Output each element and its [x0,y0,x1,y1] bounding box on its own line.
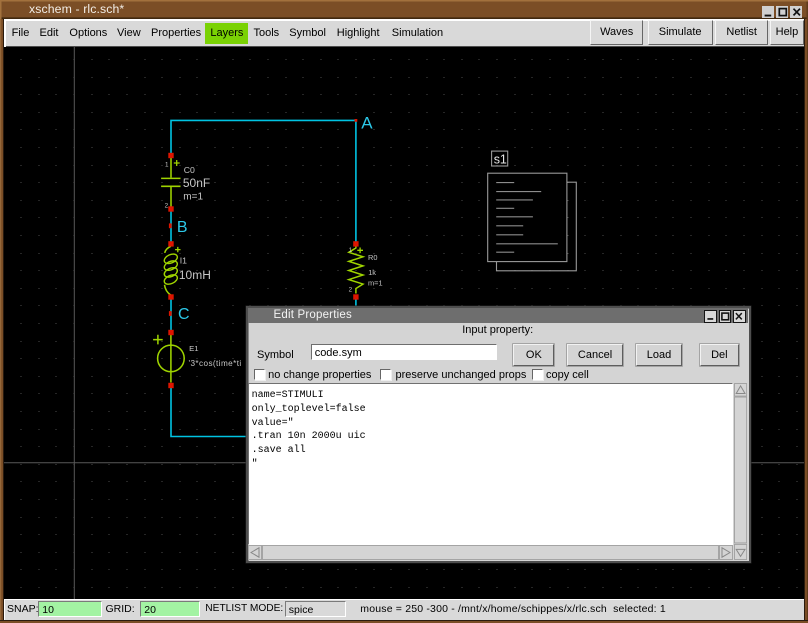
svg-text:1: 1 [348,247,352,254]
svg-text:C0: C0 [183,165,194,175]
svg-text:2: 2 [348,287,352,294]
svg-text:2: 2 [164,202,168,209]
svg-text:B: B [176,219,187,236]
svg-text:1k: 1k [368,268,376,277]
svg-text:1: 1 [165,161,169,168]
svg-text:R0: R0 [367,253,376,262]
svg-text:s1: s1 [493,153,506,167]
svg-text:m=1: m=1 [183,191,203,202]
svg-text:'3*cos(time*ti: '3*cos(time*ti [188,359,241,368]
svg-text:m=1: m=1 [367,279,382,288]
svg-text:A: A [361,113,373,132]
svg-text:10mH: 10mH [178,268,210,282]
svg-text:I1: I1 [179,256,186,266]
svg-text:50nF: 50nF [182,176,209,190]
svg-text:C: C [178,306,190,323]
svg-text:E1: E1 [189,344,198,353]
